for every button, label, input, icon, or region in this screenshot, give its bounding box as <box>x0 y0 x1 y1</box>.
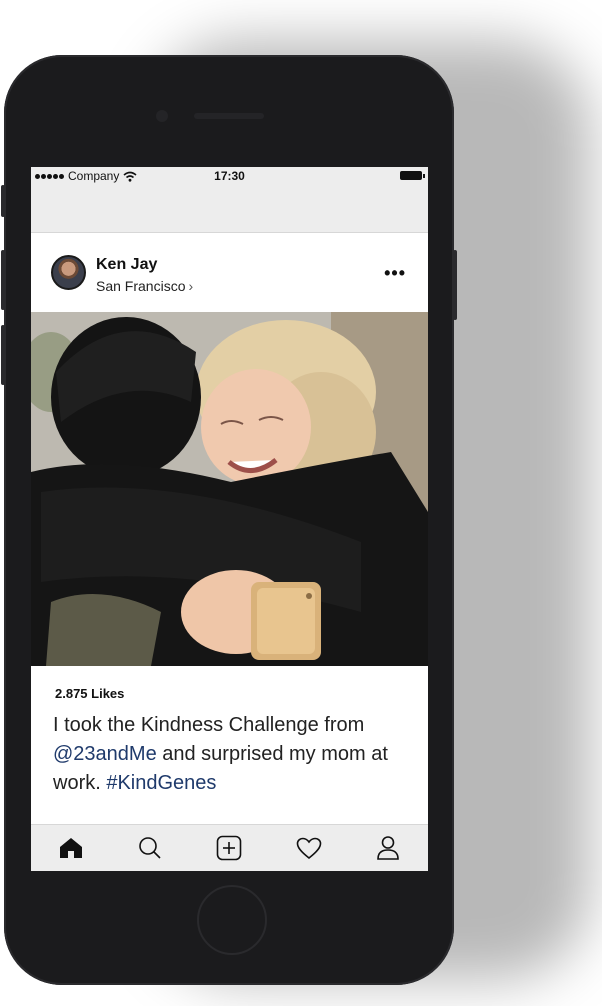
post-photo-illustration <box>31 312 428 666</box>
post-username[interactable]: Ken Jay <box>96 256 157 274</box>
likes-count[interactable]: 2.875 Likes <box>55 686 124 701</box>
chevron-right-icon: › <box>188 278 194 294</box>
heart-icon <box>296 837 322 859</box>
avatar[interactable] <box>51 255 86 290</box>
bottom-tab-bar <box>31 824 428 871</box>
tab-profile[interactable] <box>368 828 408 868</box>
phone-frame: Company 17:30 Ken Jay San Francisco › ••• <box>1 55 457 985</box>
screen: Company 17:30 Ken Jay San Francisco › ••• <box>31 167 428 871</box>
post-caption: I took the Kindness Challenge from @23an… <box>53 711 413 798</box>
tab-activity[interactable] <box>289 828 329 868</box>
search-icon <box>139 837 161 859</box>
status-bar: Company 17:30 <box>31 167 428 186</box>
tab-add-post[interactable] <box>209 828 249 868</box>
post-header: Ken Jay San Francisco › ••• <box>31 233 428 312</box>
profile-icon <box>377 836 400 860</box>
earpiece-speaker <box>194 113 264 119</box>
tab-home[interactable] <box>51 828 91 868</box>
more-options-button[interactable]: ••• <box>384 264 406 282</box>
mention-link[interactable]: @23andMe <box>53 743 157 765</box>
home-icon <box>59 838 82 858</box>
post-photo[interactable] <box>31 312 428 666</box>
power-button <box>453 250 457 320</box>
hashtag-link[interactable]: #KindGenes <box>106 772 216 794</box>
post-location[interactable]: San Francisco › <box>96 278 193 294</box>
battery-icon <box>400 171 425 180</box>
navigation-bar <box>31 186 428 233</box>
tab-search[interactable] <box>130 828 170 868</box>
volume-up-button <box>1 250 5 310</box>
front-camera <box>156 110 168 122</box>
caption-text-start: I took the Kindness Challenge from <box>53 714 365 736</box>
volume-down-button <box>1 325 5 385</box>
location-label: San Francisco <box>96 278 186 294</box>
mute-switch <box>1 185 5 217</box>
add-post-icon <box>217 835 242 861</box>
home-button[interactable] <box>197 885 267 955</box>
status-time: 17:30 <box>214 169 245 183</box>
